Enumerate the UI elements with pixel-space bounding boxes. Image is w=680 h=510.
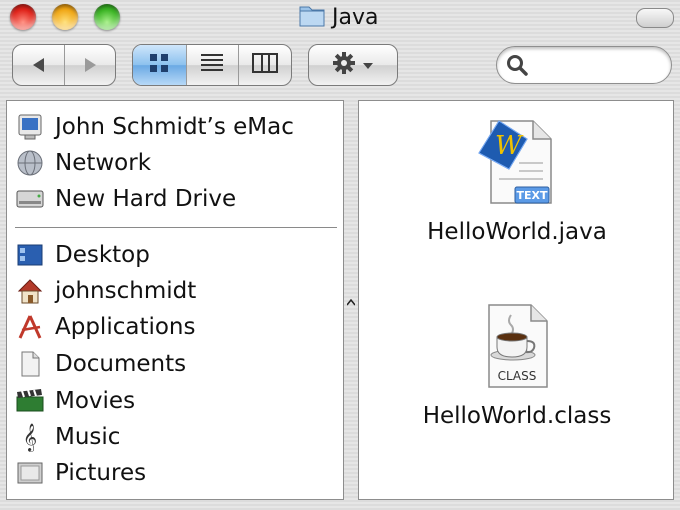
sidebar-item-label: Documents [55, 351, 187, 377]
chevron-down-icon [362, 56, 374, 75]
documents-icon [15, 349, 45, 379]
sidebar-item-documents[interactable]: Documents [15, 348, 186, 380]
svg-text:W: W [495, 131, 524, 161]
folder-icon [298, 2, 326, 32]
sidebar-item-label: New Hard Drive [55, 186, 237, 212]
desktop-icon [15, 240, 45, 270]
file-name: HelloWorld.java [427, 219, 607, 245]
search-icon [505, 53, 529, 81]
column-view-button[interactable] [238, 45, 291, 85]
java-text-file-icon: W TEXT [469, 117, 565, 213]
file-item-class[interactable]: CLASS HelloWorld.class [407, 301, 627, 429]
zoom-button[interactable] [94, 4, 120, 30]
sidebar-item-pictures[interactable]: Pictures [15, 457, 146, 489]
sidebar-item-label: Network [55, 150, 152, 176]
music-icon: 𝄞 [22, 423, 38, 451]
file-browser-content: W TEXT HelloWorld.java CLASS HelloWorld.… [358, 100, 674, 500]
forward-arrow-icon[interactable] [65, 45, 115, 85]
sidebar-item-movies[interactable]: Movies [15, 385, 135, 417]
sidebar-item-music[interactable]: 𝄞 Music [15, 421, 121, 453]
class-badge-label: CLASS [498, 369, 537, 383]
sidebar-item-emac[interactable]: John Schmidt’s eMac [15, 111, 294, 143]
minimize-button[interactable] [52, 4, 78, 30]
sidebar-item-hard-drive[interactable]: New Hard Drive [15, 183, 236, 215]
sidebar-item-label: Music [55, 424, 121, 450]
java-class-file-icon: CLASS [477, 301, 557, 397]
search-field[interactable] [496, 46, 672, 84]
icon-view-icon [148, 52, 170, 78]
toolbar-toggle-button[interactable] [636, 8, 674, 28]
sidebar-item-label: Movies [55, 388, 136, 414]
view-switcher [132, 44, 292, 86]
sidebar-divider [15, 227, 337, 228]
close-button[interactable] [10, 4, 36, 30]
column-view-icon [252, 52, 279, 78]
list-view-icon [200, 52, 224, 78]
back-arrow-icon[interactable] [14, 45, 64, 85]
file-name: HelloWorld.class [422, 403, 612, 429]
sidebar-item-label: John Schmidt’s eMac [55, 114, 294, 140]
sidebar-item-label: johnschmidt [55, 278, 197, 304]
sidebar: John Schmidt’s eMac Network New Hard Dri… [6, 100, 344, 500]
splitter-grip-icon[interactable] [346, 296, 356, 310]
gear-icon [332, 50, 362, 80]
sidebar-item-label: Pictures [55, 460, 147, 486]
title-bar: Java [0, 0, 680, 36]
sidebar-item-applications[interactable]: Applications [15, 311, 196, 343]
window-title-text: Java [332, 4, 379, 30]
sidebar-item-home[interactable]: johnschmidt [15, 275, 196, 307]
computer-icon [15, 112, 45, 142]
pictures-icon [15, 458, 45, 488]
icon-view-button[interactable] [133, 45, 186, 85]
list-view-button[interactable] [185, 45, 239, 85]
sidebar-item-label: Applications [55, 314, 196, 340]
file-item-java[interactable]: W TEXT HelloWorld.java [407, 117, 627, 245]
action-menu-button[interactable] [308, 44, 398, 86]
sidebar-item-desktop[interactable]: Desktop [15, 239, 150, 271]
sidebar-item-network[interactable]: Network [15, 147, 151, 179]
applications-icon [15, 312, 45, 342]
back-forward-buttons [12, 44, 116, 86]
home-icon [15, 276, 45, 306]
sidebar-item-label: Desktop [55, 242, 150, 268]
hard-drive-icon [15, 184, 45, 214]
network-globe-icon [15, 148, 45, 178]
window-title: Java [298, 2, 378, 32]
text-badge-label: TEXT [516, 189, 547, 202]
movies-icon [15, 386, 45, 416]
